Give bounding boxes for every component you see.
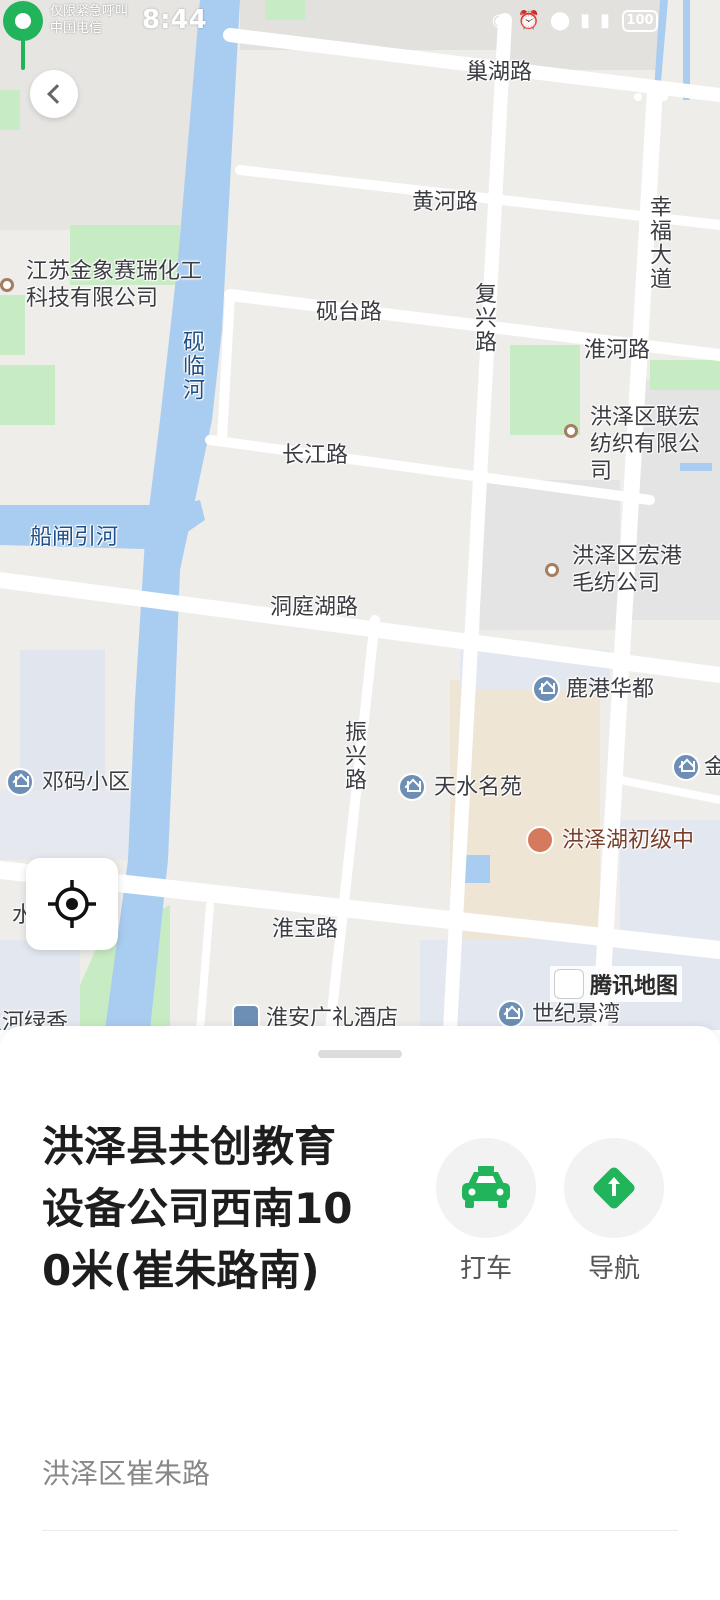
road-label-zhenxing: 振兴路 xyxy=(341,720,366,792)
location-icon: ⬤ xyxy=(550,10,571,31)
locate-me-button[interactable] xyxy=(26,858,118,950)
poi-label-lugang[interactable]: 鹿港华都 xyxy=(566,677,654,703)
signal-icon: ▮ xyxy=(580,10,591,31)
poi-dot-icon[interactable] xyxy=(564,424,578,438)
road-label-huaibao: 淮宝路 xyxy=(272,917,339,942)
canal-label-chuanzha: 船闸引河 xyxy=(30,525,119,550)
road-label-huaihe: 淮河路 xyxy=(584,338,651,363)
road-label-huanghe: 黄河路 xyxy=(412,190,479,215)
place-detail-sheet: 洪泽县共创教育设备公司西南100米(崔朱路南) 打车 导航 洪泽区崔朱路 xyxy=(0,1026,720,1600)
navigate-label: 导航 xyxy=(587,1254,640,1284)
road-label-chaohu: 巢湖路 xyxy=(466,60,533,85)
taxi-label: 打车 xyxy=(459,1254,512,1284)
divider xyxy=(42,1530,678,1531)
more-dots-icon xyxy=(647,93,655,101)
navigate-arrow-icon xyxy=(593,1167,635,1209)
residence-icon[interactable] xyxy=(6,768,34,796)
carrier-info: 仅限紧急呼叫 中国电信 xyxy=(50,3,128,37)
drag-handle[interactable] xyxy=(318,1050,402,1058)
residence-icon[interactable] xyxy=(398,773,426,801)
road-label-yantai: 砚台路 xyxy=(316,300,383,325)
poi-label-honggang[interactable]: 洪泽区宏港 毛纺公司 xyxy=(572,543,682,597)
status-icons: ◉ ⏰ ⬤ ▮ ▮ xyxy=(492,10,610,31)
poi-dot-icon[interactable] xyxy=(0,278,14,292)
eye-icon: ◉ xyxy=(491,10,508,31)
taxi-button[interactable]: 打车 xyxy=(436,1138,536,1285)
attribution-text: 腾讯地图 xyxy=(590,974,679,999)
signal-4g-icon: ▮ xyxy=(600,10,610,31)
clock: 8:44 xyxy=(142,5,207,35)
poi-label-lianhong[interactable]: 洪泽区联宏 纺织有限公司 xyxy=(590,404,720,485)
poi-label-jin-partial[interactable]: 金 xyxy=(704,755,720,781)
status-bar: 仅限紧急呼叫 中国电信 8:44 ◉ ⏰ ⬤ ▮ ▮ 100 xyxy=(0,0,720,46)
back-button[interactable] xyxy=(30,70,78,118)
carrier-line2: 中国电信 xyxy=(50,21,103,36)
alarm-icon: ⏰ xyxy=(517,10,541,31)
navigate-button-circle[interactable] xyxy=(564,1138,664,1238)
road-label-dongtinghu: 洞庭湖路 xyxy=(270,595,359,620)
residence-icon[interactable] xyxy=(672,753,700,781)
school-icon[interactable] xyxy=(526,826,554,854)
battery-indicator: 100 xyxy=(622,10,658,32)
navigate-button[interactable]: 导航 xyxy=(564,1138,664,1285)
locate-crosshair-icon xyxy=(48,880,96,928)
road-label-fuxing: 复兴路 xyxy=(471,282,496,354)
more-options-button[interactable] xyxy=(634,86,678,102)
poi-label-dengma[interactable]: 邓码小区 xyxy=(42,770,130,796)
river-label-yanlinhe: 砚临河 xyxy=(179,330,204,402)
residence-icon[interactable] xyxy=(497,1000,525,1028)
compass-logo-icon xyxy=(554,969,584,999)
poi-label-shiji[interactable]: 世纪景湾 xyxy=(532,1002,620,1028)
poi-label-hongzehu-school[interactable]: 洪泽湖初级中 xyxy=(562,828,694,854)
place-title: 洪泽县共创教育设备公司西南100米(崔朱路南) xyxy=(42,1122,353,1295)
road-label-xingfu: 幸福大道 xyxy=(646,195,671,291)
poi-label-jinxiang[interactable]: 江苏金象赛瑞化工 科技有限公司 xyxy=(26,258,202,312)
taxi-icon xyxy=(462,1166,510,1208)
poi-dot-icon[interactable] xyxy=(545,563,559,577)
road-label-changjiang: 长江路 xyxy=(282,443,349,468)
place-address: 洪泽区崔朱路 xyxy=(42,1457,211,1490)
map-attribution: 腾讯地图 xyxy=(550,966,683,1002)
poi-label-tianshui[interactable]: 天水名苑 xyxy=(434,775,522,801)
residence-icon[interactable] xyxy=(532,675,560,703)
taxi-button-circle[interactable] xyxy=(436,1138,536,1238)
carrier-line1: 仅限紧急呼叫 xyxy=(50,4,129,19)
more-dots-icon xyxy=(634,93,642,101)
more-dots-icon xyxy=(660,93,668,101)
